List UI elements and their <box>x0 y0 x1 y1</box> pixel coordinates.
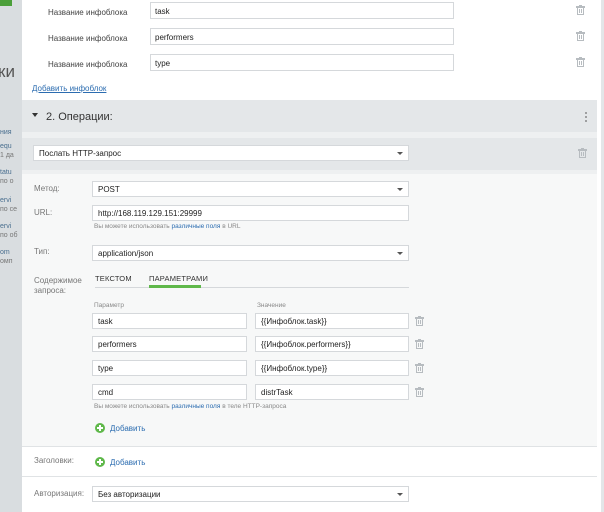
background-item-title: ния <box>0 129 12 136</box>
background-item-sub: омп <box>0 258 13 265</box>
background-list-item: tatu по о <box>0 168 14 186</box>
operations-title: 2. Операции: <box>46 111 113 123</box>
content-type-value: application/json <box>98 249 154 258</box>
background-list-item: om омп <box>0 248 13 266</box>
background-item-sub: по об <box>0 232 18 239</box>
various-fields-link[interactable]: различные поля <box>172 403 221 410</box>
more-vertical-icon[interactable] <box>585 112 588 123</box>
body-hint: Вы можете использовать различные поля в … <box>94 403 287 410</box>
background-item-sub: по се <box>0 206 18 213</box>
background-item-sub: по о <box>0 178 14 185</box>
param-value-input[interactable]: {{Инфоблок.type}} <box>255 360 409 376</box>
background-item-title: ervi <box>0 223 12 230</box>
operation-type-value: Послать HTTP-запрос <box>39 149 122 158</box>
add-infoblock-link[interactable]: Добавить инфоблок <box>32 84 106 93</box>
param-name-input[interactable]: type <box>92 360 247 376</box>
background-item-sub: 1 да <box>0 152 14 159</box>
method-select[interactable]: POST <box>92 181 409 197</box>
trash-icon[interactable] <box>415 363 424 373</box>
background-list-item: ния <box>0 128 12 137</box>
background-item-title: tatu <box>0 169 12 176</box>
operation-body: Метод: POST URL: http://168.119.129.151:… <box>22 174 597 512</box>
background-item-title: om <box>0 249 10 256</box>
trash-icon[interactable] <box>576 5 585 15</box>
trash-icon[interactable] <box>415 316 424 326</box>
background-green-button <box>0 0 12 6</box>
auth-value: Без авторизации <box>98 490 161 499</box>
operations-section: 2. Операции: Послать HTTP-запрос Метод: … <box>22 100 597 512</box>
method-value: POST <box>98 185 120 194</box>
chevron-down-icon <box>397 188 403 191</box>
operations-header[interactable]: 2. Операции: <box>22 100 597 132</box>
add-header-button[interactable]: Добавить <box>95 457 165 469</box>
type-label: Тип: <box>34 247 50 256</box>
background-item-title: ervi <box>0 197 12 204</box>
chevron-down-icon <box>397 252 403 255</box>
param-value-input[interactable]: {{Инфоблок.performers}} <box>255 336 409 352</box>
infoblock-name-input[interactable]: performers <box>150 28 454 45</box>
background-item-title: equ <box>0 143 12 150</box>
url-label: URL: <box>34 208 53 217</box>
param-column-header: Параметр <box>94 302 124 309</box>
chevron-down-icon <box>397 152 403 155</box>
chevron-down-icon <box>397 493 403 496</box>
trash-icon[interactable] <box>415 339 424 349</box>
infoblock-name-input[interactable]: task <box>150 2 454 19</box>
add-parameter-label: Добавить <box>110 424 146 433</box>
operation-action-box: Послать HTTP-запрос <box>22 138 597 170</box>
infoblock-label: Название инфоблока <box>48 8 128 17</box>
trash-icon[interactable] <box>576 31 585 41</box>
auth-label: Авторизация: <box>34 489 85 498</box>
tab-parameters[interactable]: ПАРАМЕТРАМИ <box>149 274 208 283</box>
url-hint: Вы можете использовать различные поля в … <box>94 223 241 230</box>
content-label: Содержимое запроса: <box>34 276 82 295</box>
param-value-input[interactable]: distrTask <box>255 384 409 400</box>
trash-icon[interactable] <box>578 148 587 158</box>
active-tab-indicator <box>149 285 201 288</box>
background-list-item: ervi по об <box>0 222 18 240</box>
trash-icon[interactable] <box>576 57 585 67</box>
bizproc-settings-panel: Название инфоблока task Название инфобло… <box>22 0 604 512</box>
auth-select[interactable]: Без авторизации <box>92 486 409 502</box>
background-app: ки ния equ 1 да tatu по о ervi по се ervi по… <box>0 0 22 512</box>
infoblock-row: Название инфоблока type <box>22 54 597 78</box>
caret-down-icon[interactable] <box>32 113 38 117</box>
content-type-select[interactable]: application/json <box>92 245 409 261</box>
background-title-fragment: ки <box>0 62 15 81</box>
divider <box>22 476 597 477</box>
infoblock-row: Название инфоблока performers <box>22 28 597 52</box>
infoblock-row: Название инфоблока task <box>22 2 597 26</box>
divider <box>22 446 597 447</box>
infoblock-label: Название инфоблока <box>48 34 128 43</box>
infoblock-label: Название инфоблока <box>48 60 128 69</box>
add-header-label: Добавить <box>110 458 146 467</box>
value-column-header: Значение <box>257 302 286 309</box>
plus-circle-icon <box>95 457 105 467</box>
trash-icon[interactable] <box>415 387 424 397</box>
plus-circle-icon <box>95 423 105 433</box>
param-name-input[interactable]: task <box>92 313 247 329</box>
headers-label: Заголовки: <box>34 456 74 465</box>
method-label: Метод: <box>34 184 60 193</box>
various-fields-link[interactable]: различные поля <box>172 223 221 230</box>
tab-text[interactable]: ТЕКСТОМ <box>95 274 132 283</box>
infoblock-name-input[interactable]: type <box>150 54 454 71</box>
url-input[interactable]: http://168.119.129.151:29999 <box>92 205 409 221</box>
param-name-input[interactable]: cmd <box>92 384 247 400</box>
background-list-item: ervi по се <box>0 196 17 214</box>
add-parameter-button[interactable]: Добавить <box>95 423 165 435</box>
operation-type-select[interactable]: Послать HTTP-запрос <box>33 145 409 161</box>
param-name-input[interactable]: performers <box>92 336 247 352</box>
background-list-item: equ 1 да <box>0 142 14 160</box>
content-tabs: ТЕКСТОМ ПАРАМЕТРАМИ <box>95 274 409 288</box>
param-value-input[interactable]: {{Инфоблок.task}} <box>255 313 409 329</box>
